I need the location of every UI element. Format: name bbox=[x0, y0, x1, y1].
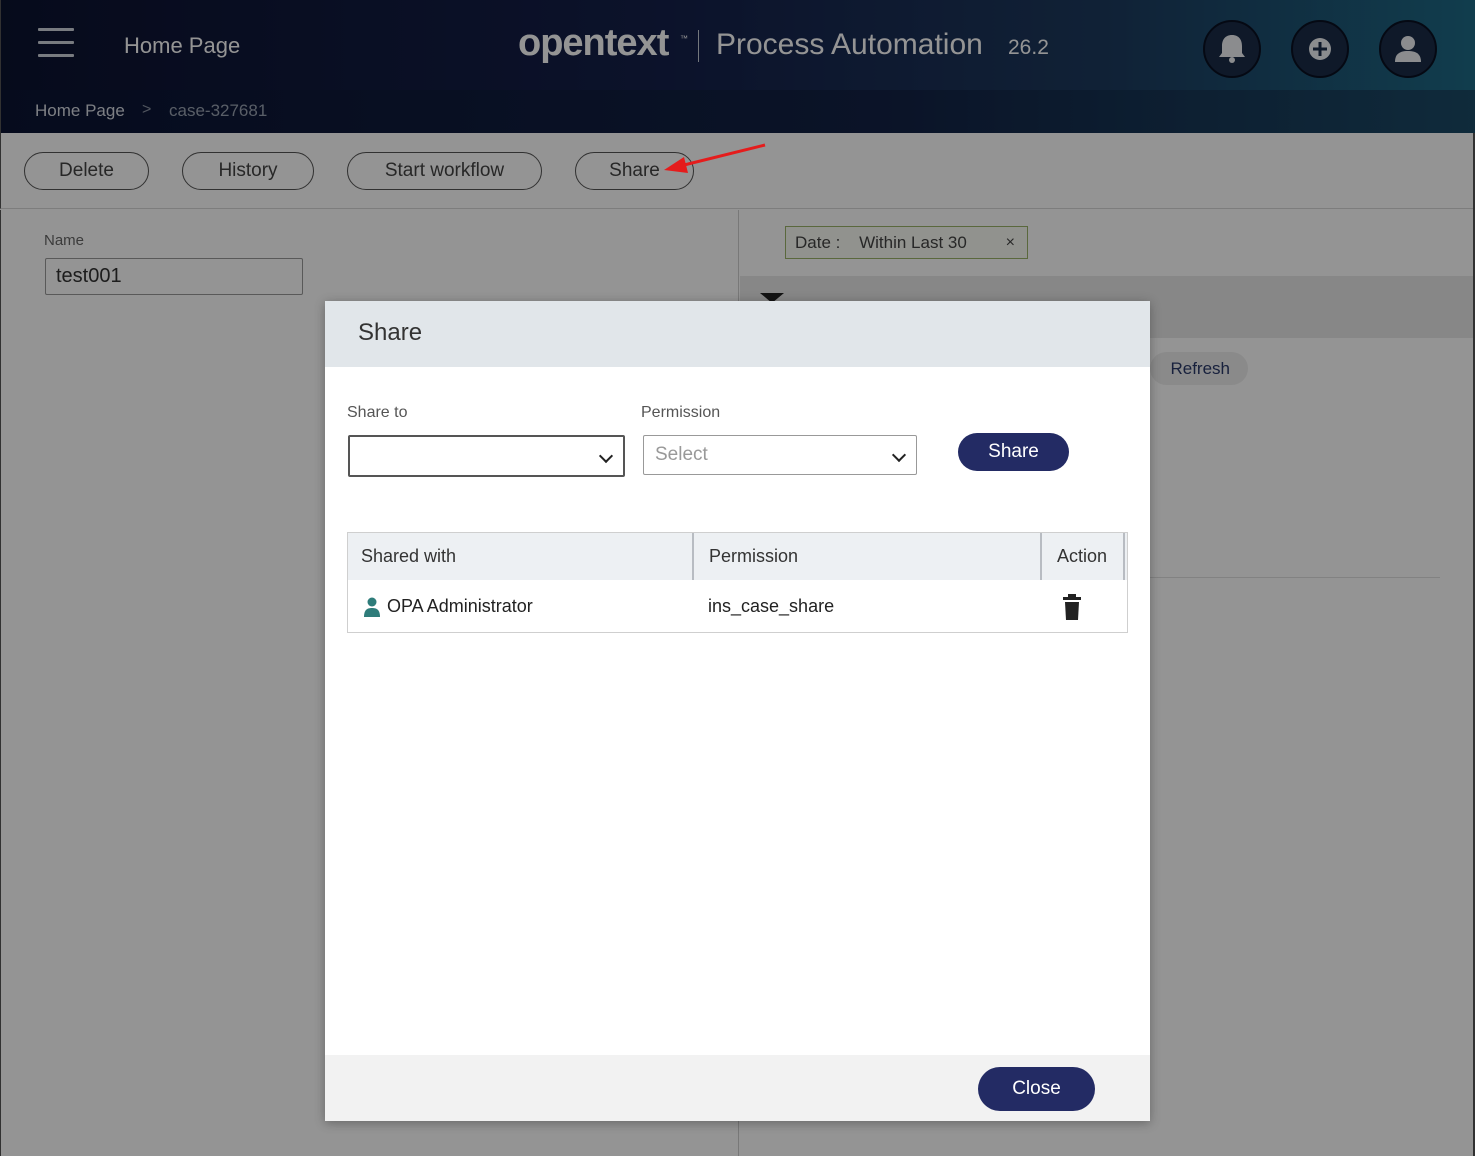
chevron-down-icon bbox=[891, 447, 907, 463]
dialog-header: Share bbox=[325, 301, 1150, 367]
user-icon bbox=[364, 597, 380, 617]
share-to-label: Share to bbox=[347, 404, 408, 421]
dialog-title: Share bbox=[358, 319, 423, 346]
permission-placeholder: Select bbox=[655, 444, 708, 465]
column-header-permission[interactable]: Permission bbox=[709, 533, 798, 580]
share-to-select[interactable] bbox=[348, 435, 625, 477]
column-resizer[interactable] bbox=[692, 533, 694, 580]
share-submit-button[interactable]: Share bbox=[958, 433, 1069, 471]
close-button[interactable]: Close bbox=[978, 1067, 1095, 1111]
shared-with-cell: OPA Administrator bbox=[387, 596, 533, 616]
permission-cell: ins_case_share bbox=[708, 596, 835, 616]
column-resizer[interactable] bbox=[1123, 533, 1125, 580]
table-header: Shared with Permission Action bbox=[348, 533, 1127, 580]
column-header-action: Action bbox=[1057, 546, 1108, 566]
column-header-shared-with[interactable]: Shared with bbox=[361, 533, 456, 580]
trash-icon[interactable] bbox=[1062, 594, 1082, 620]
table-row: OPA Administrator ins_case_share bbox=[348, 580, 1127, 632]
chevron-down-icon bbox=[598, 448, 614, 464]
permission-label: Permission bbox=[641, 404, 721, 421]
dialog-footer: Close bbox=[325, 1055, 1150, 1121]
shared-with-table: Shared with Permission Action OPA Admini… bbox=[347, 532, 1128, 633]
column-resizer[interactable] bbox=[1040, 533, 1042, 580]
permission-select[interactable]: Select bbox=[643, 435, 917, 475]
share-dialog: Share Share to Permission Select Share S… bbox=[325, 301, 1150, 1121]
